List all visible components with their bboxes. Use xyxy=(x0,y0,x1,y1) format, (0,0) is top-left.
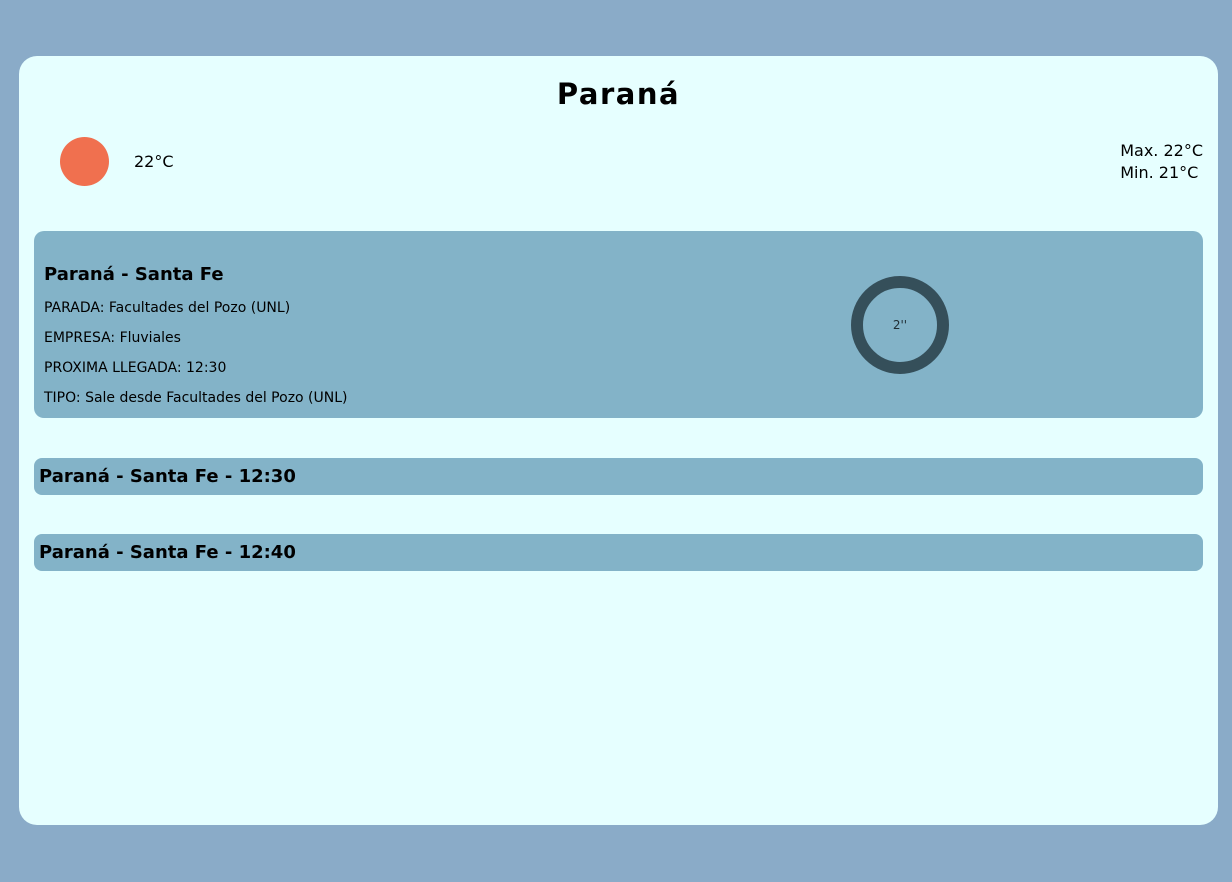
stop-info: PARADA: Facultades del Pozo (UNL) xyxy=(44,300,291,316)
route-name: Paraná - Santa Fe xyxy=(44,264,224,285)
countdown-value: 2'' xyxy=(892,318,908,332)
company-info: EMPRESA: Fluviales xyxy=(44,330,181,346)
city-title: Paraná xyxy=(556,77,681,111)
schedule-row[interactable]: Paraná - Santa Fe - 12:30 xyxy=(34,458,1203,495)
weather-transit-card: Paraná 22°C Max. 22°C Min. 21°C Paraná -… xyxy=(19,56,1218,825)
schedule-row[interactable]: Paraná - Santa Fe - 12:40 xyxy=(34,534,1203,571)
max-temperature: Max. 22°C xyxy=(1120,141,1203,160)
schedule-row-label: Paraná - Santa Fe - 12:30 xyxy=(39,466,296,487)
current-temperature: 22°C xyxy=(134,152,174,171)
type-info: TIPO: Sale desde Facultades del Pozo (UN… xyxy=(44,390,348,406)
sun-icon xyxy=(60,137,109,186)
min-temperature: Min. 21°C xyxy=(1120,163,1199,182)
next-arrival-panel[interactable]: Paraná - Santa Fe PARADA: Facultades del… xyxy=(34,231,1203,418)
schedule-row-label: Paraná - Santa Fe - 12:40 xyxy=(39,542,296,563)
temperature-range: Max. 22°C Min. 21°C xyxy=(1120,140,1203,184)
next-arrival-info: PROXIMA LLEGADA: 12:30 xyxy=(44,360,227,376)
